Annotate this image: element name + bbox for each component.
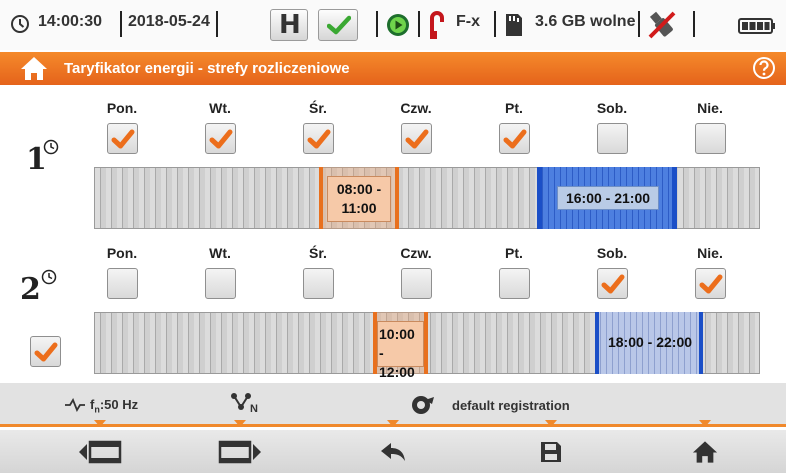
no-usb-icon — [648, 11, 676, 39]
day-label: Sob. — [596, 100, 628, 116]
day-checkbox[interactable] — [107, 268, 138, 299]
check-icon — [307, 129, 331, 149]
nav-indicator — [699, 420, 711, 427]
next-screen-icon — [218, 440, 261, 463]
day-label: Wt. — [209, 245, 231, 261]
check-icon — [601, 274, 625, 294]
day-checkbox[interactable] — [303, 268, 334, 299]
check-icon — [209, 129, 233, 149]
zone-2-timeline[interactable]: 10:00 - 12:00 18:00 - 22:00 — [94, 312, 760, 380]
check-icon — [34, 342, 58, 362]
waveform-icon — [65, 398, 85, 412]
zone-1-range-1-label: 08:00 - 11:00 — [327, 176, 391, 222]
check-icon — [327, 15, 351, 35]
clamp-icon — [430, 11, 444, 39]
registration-icon — [412, 396, 434, 414]
zone-1-range-2-label: 16:00 - 21:00 — [557, 186, 659, 210]
day-checkbox[interactable] — [205, 268, 236, 299]
day-checkbox[interactable] — [401, 268, 432, 299]
day-checkbox[interactable] — [695, 123, 726, 154]
home-icon — [692, 440, 718, 463]
back-icon — [381, 442, 405, 461]
divider — [376, 11, 378, 37]
back-button[interactable] — [333, 430, 453, 473]
registration-name: default registration — [452, 398, 570, 413]
home-icon[interactable] — [20, 56, 48, 81]
zone-2-range-1-start: 10:00 - — [379, 326, 415, 361]
zone-2-range-2-label: 18:00 - 22:00 — [607, 334, 693, 350]
nav-indicator — [234, 420, 246, 427]
save-button[interactable] — [491, 430, 611, 473]
next-screen-button[interactable] — [180, 430, 300, 473]
frequency-value: :50 Hz — [99, 397, 139, 412]
zone-1-timeline[interactable]: 08:00 - 11:00 16:00 - 21:00 — [94, 167, 760, 229]
clock-icon — [11, 15, 29, 33]
record-icon[interactable] — [386, 13, 410, 37]
nav-indicator — [94, 420, 106, 427]
day-checkbox[interactable] — [499, 123, 530, 154]
help-icon[interactable] — [752, 56, 776, 80]
frequency-readout: fn:50 Hz — [90, 397, 138, 415]
day-checkbox[interactable] — [597, 268, 628, 299]
prev-screen-icon — [79, 440, 122, 463]
clamp-type: F-x — [456, 13, 480, 30]
title-bar: Taryfikator energii - strefy rozliczenio… — [0, 52, 786, 85]
zone-1-range-1-end: 11:00 — [341, 200, 377, 216]
zone-2-enable-checkbox[interactable] — [30, 336, 61, 367]
day-checkbox[interactable] — [107, 123, 138, 154]
bottom-nav — [0, 430, 786, 473]
day-label: Czw. — [400, 245, 432, 261]
day-label: Pt. — [505, 100, 523, 116]
zone-2-range-1-end: 12:00 — [379, 364, 415, 380]
check-icon — [111, 129, 135, 149]
day-label: Pt. — [505, 245, 523, 261]
divider — [418, 11, 420, 37]
network-type: N — [250, 403, 258, 415]
divider — [638, 11, 640, 37]
nav-indicator — [545, 420, 557, 427]
hold-button[interactable]: H — [270, 9, 308, 41]
prev-screen-button[interactable] — [40, 430, 160, 473]
nav-indicator — [387, 420, 399, 427]
day-label: Pon. — [106, 100, 138, 116]
save-icon — [541, 441, 561, 462]
check-icon — [405, 129, 429, 149]
battery-icon — [738, 18, 775, 34]
memory-free: 3.6 GB wolne — [535, 13, 636, 30]
divider — [693, 11, 695, 37]
home-button[interactable] — [645, 430, 765, 473]
day-label: Śr. — [309, 245, 327, 261]
day-checkbox[interactable] — [303, 123, 334, 154]
check-icon — [503, 129, 527, 149]
zone-2-range-1-label: 10:00 - 12:00 — [377, 321, 424, 380]
day-checkbox[interactable] — [695, 268, 726, 299]
day-label: Czw. — [400, 100, 432, 116]
page-title: Taryfikator energii - strefy rozliczenio… — [64, 60, 350, 77]
day-checkbox[interactable] — [499, 268, 530, 299]
day-label: Pon. — [106, 245, 138, 261]
day-checkbox[interactable] — [597, 123, 628, 154]
divider — [120, 11, 122, 37]
day-label: Nie. — [697, 100, 723, 116]
check-icon — [699, 274, 723, 294]
day-checkbox[interactable] — [205, 123, 236, 154]
clock-date: 2018-05-24 — [128, 13, 210, 30]
status-bar: 14:00:30 2018-05-24 H F-x 3.6 GB wolne — [0, 0, 786, 50]
day-label: Wt. — [209, 100, 231, 116]
network-icon — [231, 393, 251, 410]
confirm-button[interactable] — [318, 9, 358, 41]
day-label: Nie. — [697, 245, 723, 261]
zone-1-range-1-start: 08:00 - — [336, 181, 382, 197]
divider — [494, 11, 496, 37]
day-label: Śr. — [309, 100, 327, 116]
clock-time: 14:00:30 — [38, 13, 103, 30]
hold-icon: H — [279, 10, 301, 40]
day-checkbox[interactable] — [401, 123, 432, 154]
divider — [216, 11, 218, 37]
sd-card-icon — [506, 14, 522, 36]
day-label: Sob. — [596, 245, 628, 261]
